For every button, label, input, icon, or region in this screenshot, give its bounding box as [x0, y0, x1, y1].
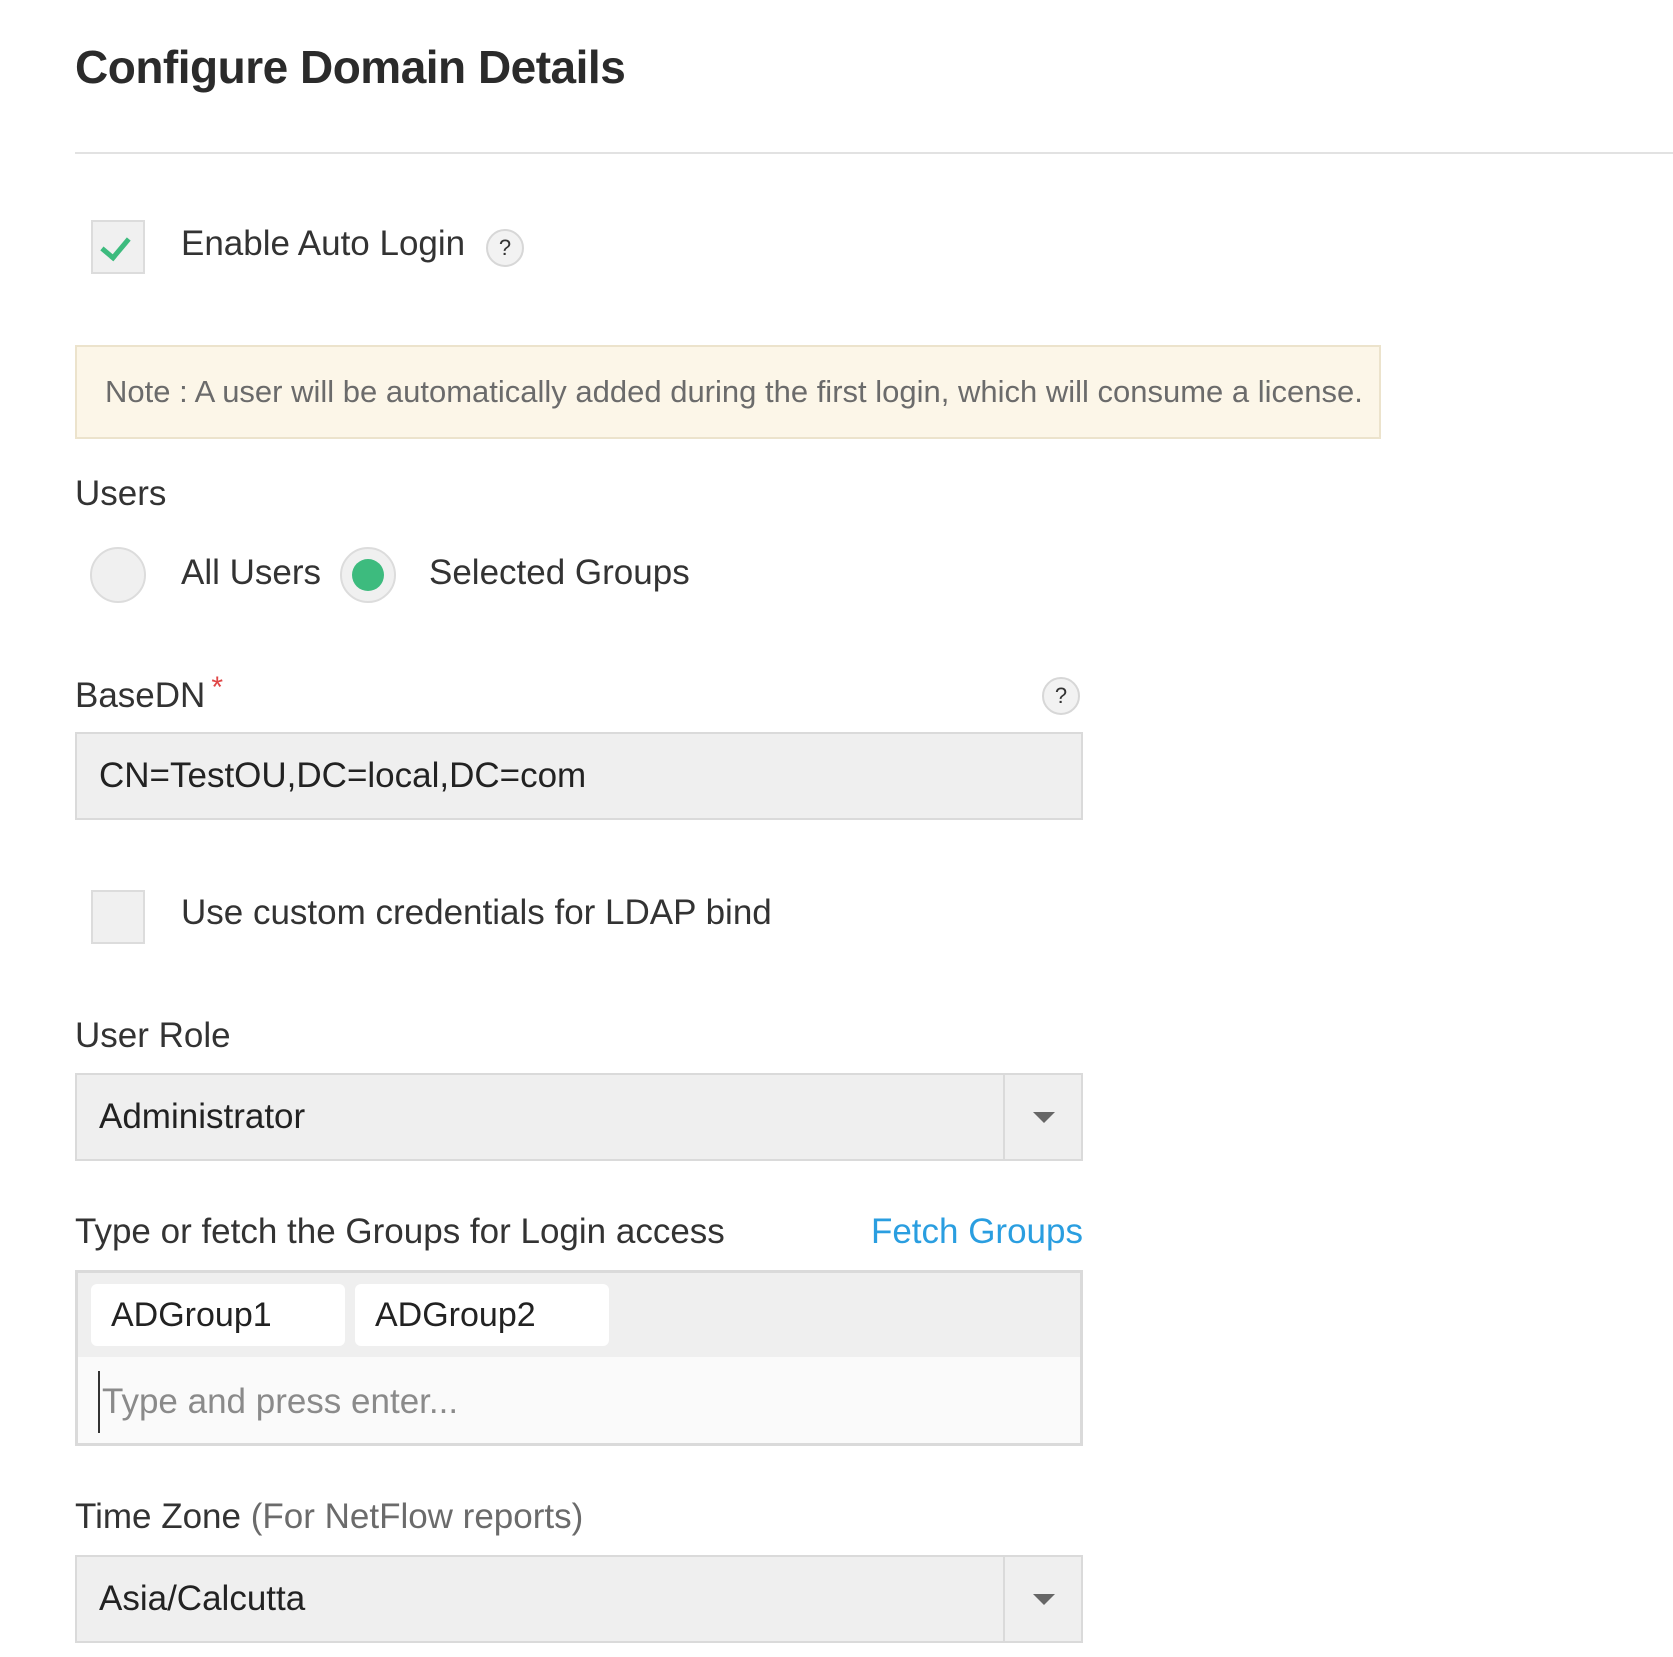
chevron-down-icon: [1033, 1112, 1055, 1123]
configure-domain-page: Configure Domain Details Enable Auto Log…: [0, 0, 1673, 1657]
custom-credentials-checkbox[interactable]: [91, 890, 145, 944]
time-zone-dropdown-toggle[interactable]: [1003, 1557, 1081, 1641]
basedn-label-text: BaseDN: [75, 676, 206, 715]
user-role-dropdown-toggle[interactable]: [1003, 1075, 1081, 1159]
auto-login-checkbox[interactable]: [91, 220, 145, 274]
time-zone-label-text: Time Zone: [75, 1497, 241, 1536]
time-zone-select[interactable]: Asia/Calcutta: [75, 1555, 1083, 1643]
user-role-value: Administrator: [99, 1097, 306, 1136]
time-zone-value: Asia/Calcutta: [99, 1579, 306, 1618]
user-role-label: User Role: [75, 1016, 231, 1055]
groups-text-input[interactable]: [98, 1371, 1064, 1433]
fetch-groups-link[interactable]: Fetch Groups: [871, 1212, 1083, 1252]
basedn-input[interactable]: CN=TestOU,DC=local,DC=com: [75, 732, 1083, 820]
groups-tag-input[interactable]: ADGroup1 ADGroup2: [75, 1270, 1083, 1446]
auto-login-help-icon[interactable]: ?: [486, 229, 524, 267]
custom-credentials-label: Use custom credentials for LDAP bind: [181, 893, 772, 932]
radio-all-users-label[interactable]: All Users: [181, 553, 321, 593]
radio-selected-groups[interactable]: [340, 547, 396, 603]
user-role-select[interactable]: Administrator: [75, 1073, 1083, 1161]
license-note: Note : A user will be automatically adde…: [75, 345, 1381, 439]
page-title: Configure Domain Details: [75, 41, 626, 93]
group-tag[interactable]: ADGroup1: [91, 1284, 345, 1346]
group-tag[interactable]: ADGroup2: [355, 1284, 609, 1346]
chevron-down-icon: [1033, 1594, 1055, 1605]
groups-label: Type or fetch the Groups for Login acces…: [75, 1212, 725, 1251]
radio-all-users[interactable]: [90, 547, 146, 603]
groups-tags-row: ADGroup1 ADGroup2: [78, 1273, 1080, 1357]
auto-login-label: Enable Auto Login: [181, 224, 466, 263]
time-zone-label-hint: (For NetFlow reports): [250, 1497, 584, 1536]
basedn-label: BaseDN *: [75, 671, 223, 716]
title-divider: [75, 152, 1673, 154]
radio-selected-groups-label[interactable]: Selected Groups: [429, 553, 690, 593]
checkmark-icon: [100, 229, 131, 262]
required-asterisk: *: [211, 671, 224, 704]
radio-selected-dot: [352, 559, 384, 591]
users-label: Users: [75, 474, 167, 513]
basedn-help-icon[interactable]: ?: [1042, 677, 1080, 715]
time-zone-label: Time Zone (For NetFlow reports): [75, 1497, 583, 1537]
